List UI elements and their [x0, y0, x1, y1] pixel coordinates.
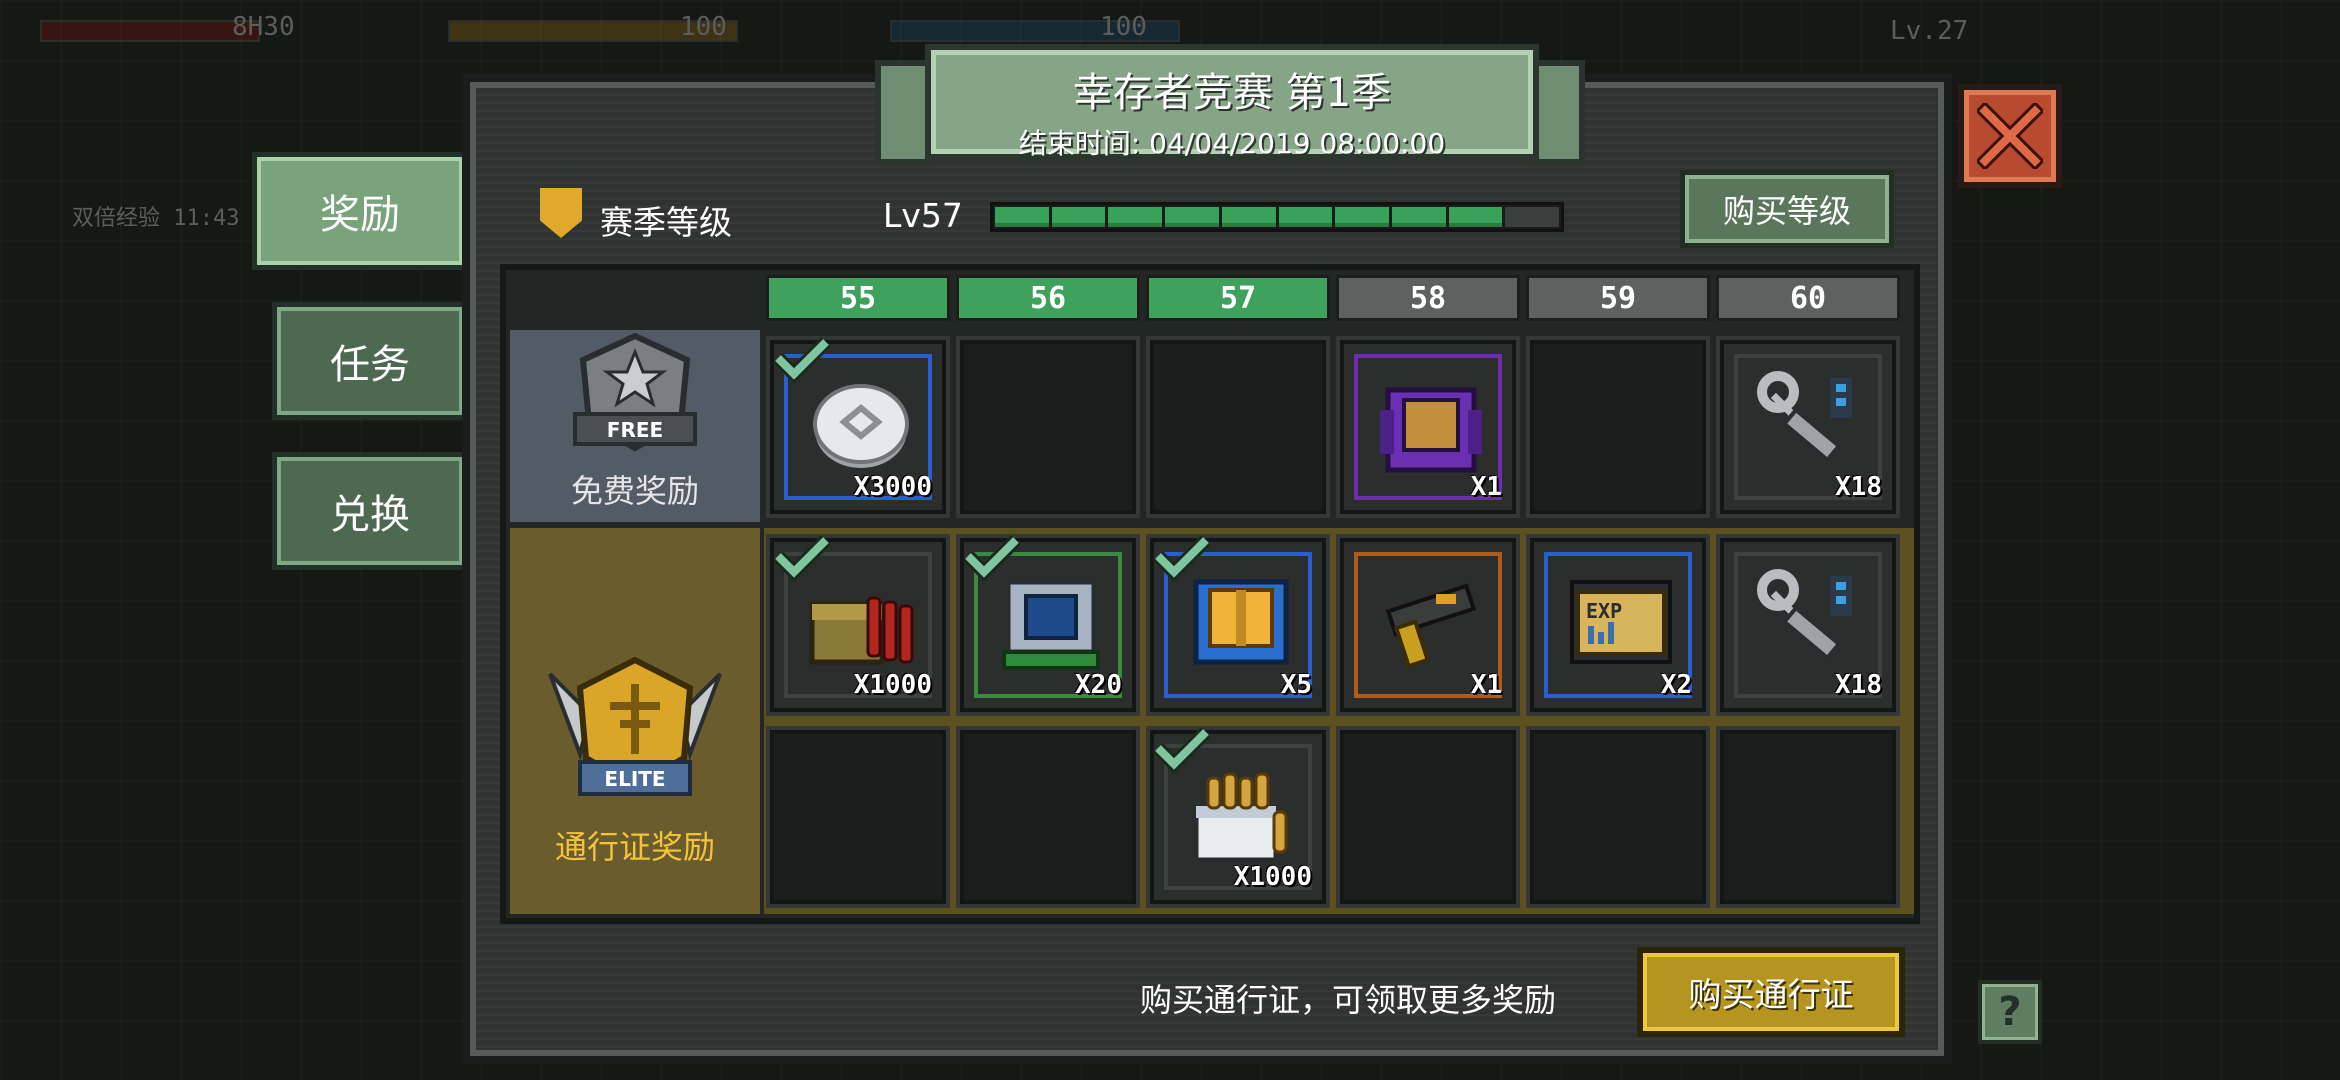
player-level: Lv.27	[1890, 16, 1969, 46]
reward-quantity: X1	[1470, 670, 1502, 700]
bullet-box-icon	[1193, 772, 1288, 863]
free-rewards-row-label: FREE 免费奖励	[510, 330, 760, 522]
reward-slot[interactable]: X1	[1336, 336, 1520, 518]
tab-tasks-label: 任务	[330, 342, 410, 388]
reward-slot[interactable]: EXP X2	[1526, 534, 1710, 716]
level-column-header: 58	[1336, 275, 1520, 321]
pistol-icon	[1385, 583, 1477, 669]
level-column-header: 55	[766, 275, 950, 321]
level-column-header: 59	[1526, 275, 1710, 321]
elite-badge-icon: ELITE	[548, 656, 722, 796]
season-title: 幸存者竞赛 第1季	[1072, 70, 1392, 116]
progress-segment	[1278, 207, 1333, 227]
stat-a-text: 100	[680, 12, 727, 42]
progress-segment	[995, 207, 1049, 227]
reward-slot-empty	[1526, 336, 1710, 518]
progress-segment	[1108, 207, 1163, 227]
claimed-check-icon	[963, 535, 1021, 582]
reward-slot-empty	[1336, 726, 1520, 908]
wrench-icon	[1757, 569, 1852, 661]
free-badge-icon: FREE	[573, 332, 697, 452]
elite-rewards-row-label: ELITE 通行证奖励	[510, 528, 760, 914]
reward-slot-empty	[1146, 336, 1330, 518]
reward-slot[interactable]: X20	[956, 534, 1140, 716]
reward-quantity: X1000	[1233, 862, 1312, 892]
season-banner: 幸存者竞赛 第1季 结束时间: 04/04/2019 08:00:00	[925, 44, 1539, 160]
reward-slot[interactable]: X1000	[766, 534, 950, 716]
elite-rewards-label: 通行证奖励	[554, 828, 715, 866]
purple-crate-icon	[1380, 387, 1482, 473]
bonus-text: 双倍经验 11:43	[72, 206, 240, 231]
progress-segment	[1221, 207, 1276, 227]
hp-bar	[40, 20, 260, 42]
wrench-icon	[1757, 371, 1852, 463]
ammo-box-icon	[809, 596, 914, 665]
help-icon: ?	[1998, 989, 2022, 1035]
close-button[interactable]	[1958, 84, 2062, 188]
level-column-header: 56	[956, 275, 1140, 321]
blue-crate-icon	[1193, 579, 1289, 665]
close-icon	[1977, 103, 2043, 169]
reward-slot[interactable]: X5	[1146, 534, 1330, 716]
free-badge-text: FREE	[607, 418, 663, 442]
claimed-check-icon	[773, 337, 831, 384]
reward-slot[interactable]: X3000	[766, 336, 950, 518]
reward-slot-empty	[1526, 726, 1710, 908]
claimed-check-icon	[1153, 535, 1211, 582]
buy-pass-button[interactable]: 购买通行证	[1637, 947, 1905, 1037]
claimed-check-icon	[1153, 727, 1211, 774]
buy-pass-label: 购买通行证	[1688, 975, 1854, 1014]
reward-slot-empty	[766, 726, 950, 908]
free-rewards-label: 免费奖励	[570, 472, 699, 510]
season-end-time: 结束时间: 04/04/2019 08:00:00	[1018, 127, 1446, 160]
reward-slot-empty	[956, 726, 1140, 908]
season-progress-bar	[990, 202, 1564, 232]
season-level-value: Lv57	[883, 196, 963, 235]
tab-rewards-label: 奖励	[320, 192, 400, 238]
reward-quantity: X3000	[853, 472, 932, 502]
stat-b-text: 100	[1100, 12, 1147, 42]
progress-segment	[1505, 207, 1560, 227]
tab-exchange[interactable]: 兑换	[272, 452, 468, 570]
progress-segment	[1335, 207, 1389, 227]
reward-slot[interactable]: X18	[1716, 534, 1900, 716]
help-button[interactable]: ?	[1978, 980, 2042, 1044]
reward-quantity: X1000	[853, 670, 932, 700]
tab-exchange-label: 兑换	[330, 492, 410, 538]
level-column-header: 60	[1716, 275, 1900, 321]
buy-pass-hint: 购买通行证，可领取更多奖励	[1140, 981, 1557, 1019]
tab-rewards[interactable]: 奖励	[252, 152, 468, 270]
hp-text: 8H30	[232, 12, 295, 42]
tab-tasks[interactable]: 任务	[272, 302, 468, 420]
svg-text:EXP: EXP	[1586, 599, 1622, 623]
reward-quantity: X5	[1280, 670, 1312, 700]
reward-slot-empty	[1716, 726, 1900, 908]
buy-level-button[interactable]: 购买等级	[1680, 170, 1894, 248]
reward-slot[interactable]: X1	[1336, 534, 1520, 716]
progress-segment	[1051, 207, 1106, 227]
reward-quantity: X18	[1835, 670, 1882, 700]
season-level-label: 赛季等级	[600, 203, 732, 242]
level-column-header: 57	[1146, 275, 1330, 321]
progress-segment	[1165, 207, 1219, 227]
reward-quantity: X18	[1835, 472, 1882, 502]
reward-slot-empty	[956, 336, 1140, 518]
silver-coin-icon	[813, 384, 909, 468]
progress-segment	[1391, 207, 1446, 227]
progress-segment	[1448, 207, 1503, 227]
reward-slot[interactable]: X18	[1716, 336, 1900, 518]
elite-badge-text: ELITE	[604, 767, 665, 791]
exp-card-icon: EXP	[1570, 580, 1672, 664]
buy-level-label: 购买等级	[1722, 192, 1851, 230]
reward-quantity: X20	[1075, 670, 1122, 700]
chip-crate-icon	[1002, 579, 1100, 670]
reward-quantity: X2	[1660, 670, 1692, 700]
reward-slot[interactable]: X1000	[1146, 726, 1330, 908]
claimed-check-icon	[773, 535, 831, 582]
reward-quantity: X1	[1470, 472, 1502, 502]
